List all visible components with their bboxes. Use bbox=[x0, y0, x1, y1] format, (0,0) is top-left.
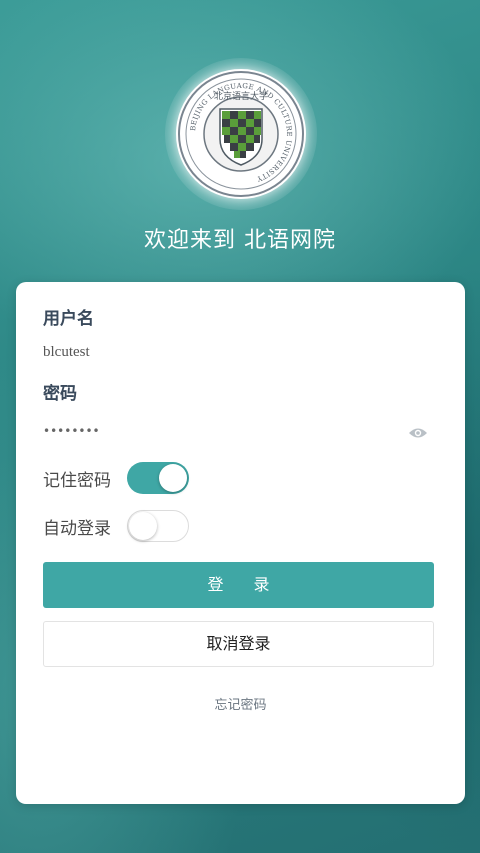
password-label: 密码 bbox=[43, 384, 77, 404]
university-logo: BEIJING LANGUAGE AND CULTURE UNIVERSITY bbox=[176, 69, 306, 199]
cancel-login-button[interactable]: 取消登录 bbox=[43, 621, 434, 667]
username-input[interactable]: blcutest bbox=[43, 344, 90, 361]
auto-login-row: 自动登录 bbox=[43, 510, 189, 542]
university-seal-icon: BEIJING LANGUAGE AND CULTURE UNIVERSITY bbox=[178, 71, 304, 197]
password-input[interactable]: •••••••• bbox=[43, 424, 100, 438]
remember-password-row: 记住密码 bbox=[43, 462, 189, 494]
auto-login-label: 自动登录 bbox=[43, 518, 111, 539]
welcome-title: 欢迎来到 北语网院 bbox=[144, 228, 336, 253]
remember-password-switch[interactable] bbox=[127, 462, 189, 494]
switch-knob bbox=[129, 512, 157, 540]
eye-icon[interactable] bbox=[408, 426, 428, 440]
remember-password-label: 记住密码 bbox=[43, 470, 111, 491]
logo-halo: BEIJING LANGUAGE AND CULTURE UNIVERSITY bbox=[165, 58, 317, 210]
username-label: 用户名 bbox=[43, 309, 94, 329]
auto-login-switch[interactable] bbox=[127, 510, 189, 542]
svg-text:北京语言大学: 北京语言大学 bbox=[214, 90, 268, 102]
forgot-password-link[interactable]: 忘记密码 bbox=[16, 694, 465, 713]
login-button[interactable]: 登录 bbox=[43, 562, 434, 608]
login-card: 用户名 blcutest 密码 •••••••• 记住密码 自动登录 登录 取消… bbox=[16, 282, 465, 804]
switch-knob bbox=[159, 464, 187, 492]
